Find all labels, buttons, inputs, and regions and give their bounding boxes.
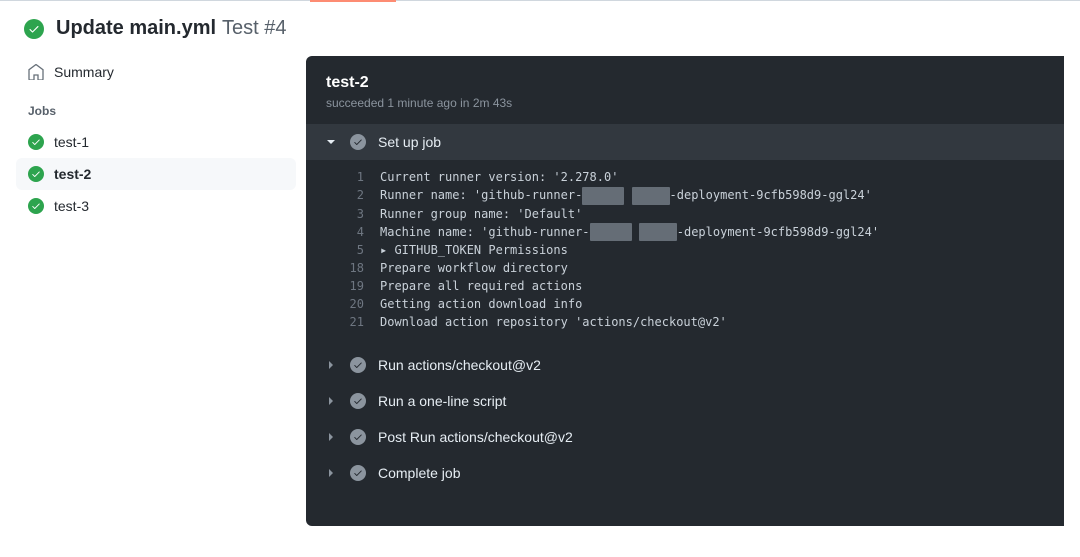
chevron-down-icon bbox=[326, 138, 336, 146]
line-number: 19 bbox=[326, 277, 364, 295]
job-log-header: test-2 succeeded 1 minute ago in 2m 43s bbox=[306, 56, 1064, 124]
sidebar-job-label: test-1 bbox=[54, 134, 89, 150]
line-number: 18 bbox=[326, 259, 364, 277]
log-line: 2Runner name: 'github-runner- -deploymen… bbox=[306, 186, 1064, 205]
success-check-icon bbox=[28, 166, 44, 182]
success-check-icon bbox=[350, 393, 366, 409]
sidebar-job-item[interactable]: test-2 bbox=[16, 158, 296, 190]
log-line: 1Current runner version: '2.278.0' bbox=[306, 168, 1064, 186]
step-row[interactable]: Complete job bbox=[306, 455, 1064, 491]
jobs-heading: Jobs bbox=[16, 96, 296, 126]
success-check-icon bbox=[24, 19, 44, 39]
line-number: 3 bbox=[326, 205, 364, 223]
success-check-icon bbox=[28, 198, 44, 214]
sidebar-job-label: test-2 bbox=[54, 166, 91, 182]
step-row[interactable]: Post Run actions/checkout@v2 bbox=[306, 419, 1064, 455]
step-title: Set up job bbox=[378, 134, 441, 150]
sidebar: Summary Jobs test-1 test-2 test-3 bbox=[16, 56, 306, 526]
chevron-right-icon bbox=[326, 397, 336, 405]
step-row[interactable]: Run actions/checkout@v2 bbox=[306, 347, 1064, 383]
line-number: 5 bbox=[326, 241, 364, 259]
log-lines: 1Current runner version: '2.278.0'2Runne… bbox=[306, 160, 1064, 347]
log-line: 5▸ GITHUB_TOKEN Permissions bbox=[306, 241, 1064, 259]
home-icon bbox=[28, 64, 44, 80]
success-check-icon bbox=[350, 357, 366, 373]
log-line: 20Getting action download info bbox=[306, 295, 1064, 313]
log-line: 21Download action repository 'actions/ch… bbox=[306, 313, 1064, 331]
log-line: 4Machine name: 'github-runner- -deployme… bbox=[306, 223, 1064, 242]
sidebar-summary-label: Summary bbox=[54, 64, 114, 80]
success-check-icon bbox=[350, 465, 366, 481]
job-log-panel: test-2 succeeded 1 minute ago in 2m 43s … bbox=[306, 56, 1064, 526]
line-number: 4 bbox=[326, 223, 364, 242]
success-check-icon bbox=[350, 429, 366, 445]
chevron-right-icon bbox=[326, 469, 336, 477]
step-title: Post Run actions/checkout@v2 bbox=[378, 429, 573, 445]
step-row[interactable]: Set up job bbox=[306, 124, 1064, 160]
line-number: 2 bbox=[326, 186, 364, 205]
log-line: 19Prepare all required actions bbox=[306, 277, 1064, 295]
step-title: Run actions/checkout@v2 bbox=[378, 357, 541, 373]
line-number: 21 bbox=[326, 313, 364, 331]
page-title: Update main.yml bbox=[56, 17, 216, 40]
job-title: test-2 bbox=[326, 74, 1044, 92]
success-check-icon bbox=[28, 134, 44, 150]
sidebar-job-item[interactable]: test-1 bbox=[16, 126, 296, 158]
log-line: 3Runner group name: 'Default' bbox=[306, 205, 1064, 223]
success-check-icon bbox=[350, 134, 366, 150]
page-header: Update main.yml Test #4 bbox=[0, 1, 1080, 56]
line-number: 1 bbox=[326, 168, 364, 186]
line-number: 20 bbox=[326, 295, 364, 313]
chevron-right-icon bbox=[326, 361, 336, 369]
log-line: 18Prepare workflow directory bbox=[306, 259, 1064, 277]
step-row[interactable]: Run a one-line script bbox=[306, 383, 1064, 419]
active-tab-indicator bbox=[310, 0, 396, 2]
sidebar-job-label: test-3 bbox=[54, 198, 89, 214]
page-subtitle: Test #4 bbox=[222, 17, 286, 40]
step-title: Run a one-line script bbox=[378, 393, 506, 409]
sidebar-job-item[interactable]: test-3 bbox=[16, 190, 296, 222]
chevron-right-icon bbox=[326, 433, 336, 441]
sidebar-summary[interactable]: Summary bbox=[16, 56, 296, 88]
main-layout: Summary Jobs test-1 test-2 test-3 test-2… bbox=[0, 56, 1080, 526]
step-title: Complete job bbox=[378, 465, 461, 481]
job-meta: succeeded 1 minute ago in 2m 43s bbox=[326, 96, 1044, 110]
